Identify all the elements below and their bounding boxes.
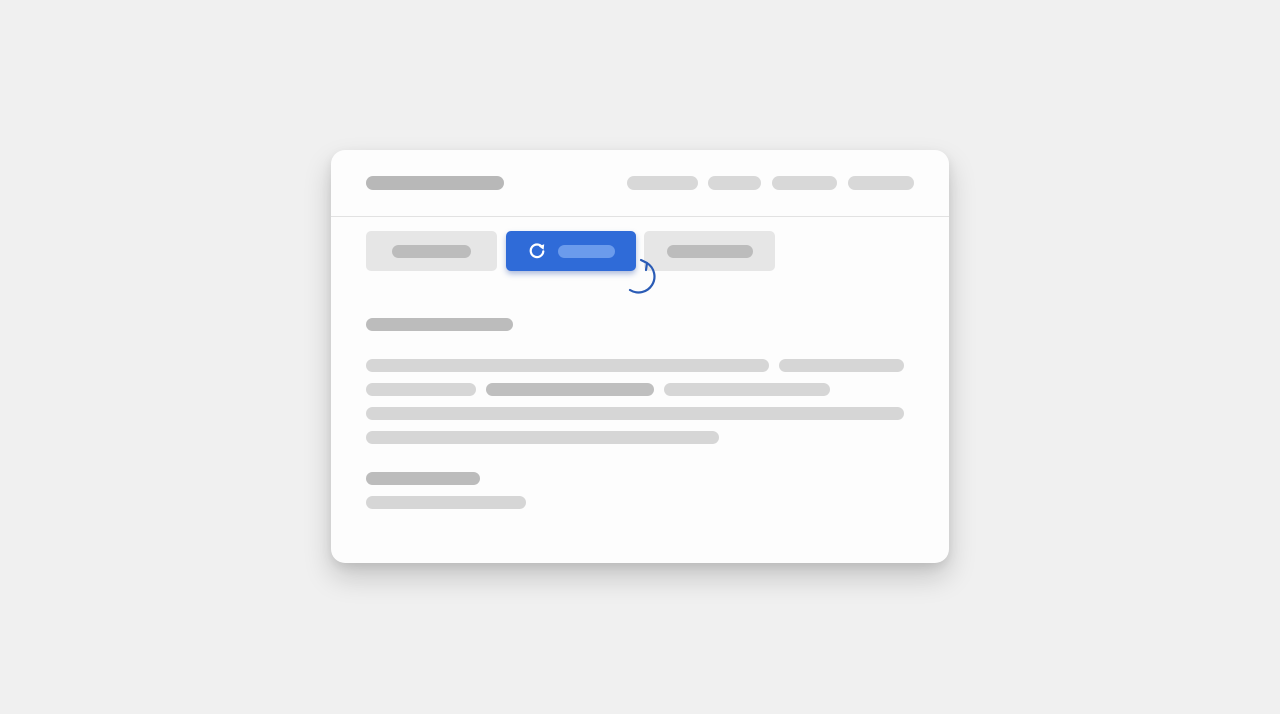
tab-2-label-placeholder [558,245,615,258]
text-line-placeholder [366,359,769,372]
nav-item-3[interactable] [772,176,837,190]
section-title-placeholder [366,318,513,331]
nav-item-2[interactable] [708,176,761,190]
tab-2-refresh-button[interactable] [506,231,636,271]
curved-arrow-cursor-icon [628,258,656,294]
text-line-placeholder [366,431,719,444]
tab-3[interactable] [644,231,775,271]
text-line-placeholder [664,383,830,396]
text-line-placeholder [779,359,904,372]
refresh-icon [529,243,545,259]
text-line-placeholder [366,383,476,396]
subsection-title-placeholder [366,472,480,485]
text-line-placeholder [366,496,526,509]
page-title-placeholder [366,176,504,190]
nav-item-4[interactable] [848,176,914,190]
app-background [0,0,1280,714]
app-window [331,150,949,563]
tab-1[interactable] [366,231,497,271]
link-placeholder[interactable] [486,383,654,396]
text-line-placeholder [366,407,904,420]
tab-3-label-placeholder [667,245,753,258]
nav-item-1[interactable] [627,176,698,190]
tab-1-label-placeholder [392,245,471,258]
header-bar [331,150,949,217]
